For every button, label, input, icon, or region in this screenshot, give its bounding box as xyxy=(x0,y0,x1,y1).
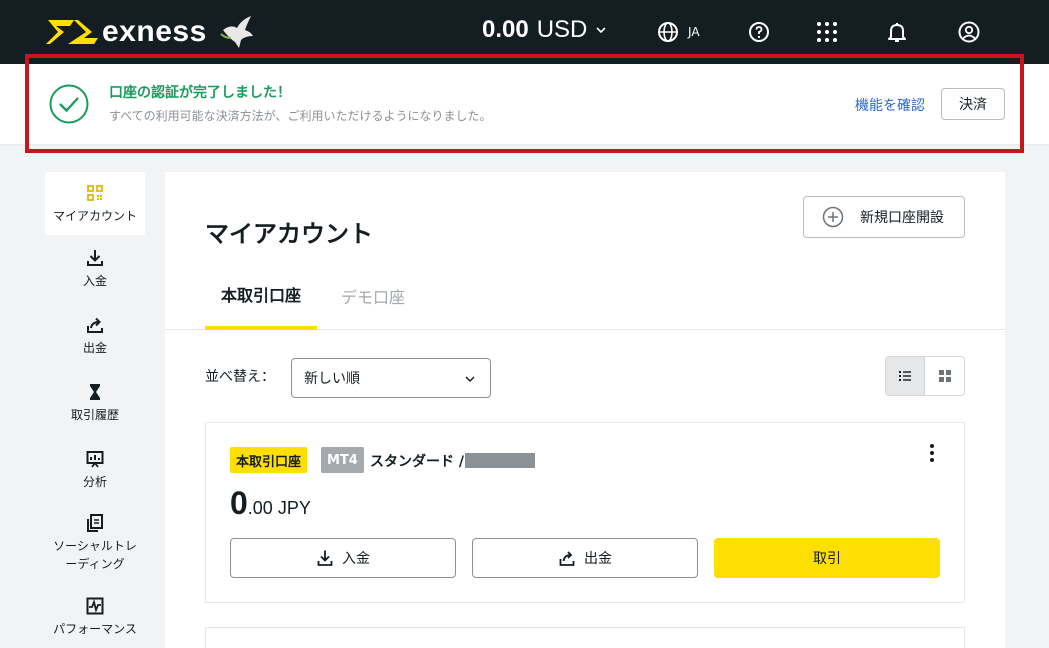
sort-dropdown[interactable]: 新しい順 xyxy=(291,358,491,398)
logo[interactable]: exness xyxy=(44,12,255,52)
chevron-down-icon xyxy=(596,27,606,34)
trade-button[interactable]: 取引 xyxy=(714,538,940,578)
language-code[interactable]: JA xyxy=(688,25,700,39)
globe-icon[interactable] xyxy=(656,20,680,44)
list-view-button[interactable] xyxy=(886,357,926,395)
exness-logo-icon xyxy=(46,20,98,44)
balance-selector[interactable]: 0.00 USD xyxy=(482,16,607,44)
apps-grid-icon[interactable] xyxy=(815,20,839,44)
sidebar-item-label: パフォーマンス xyxy=(53,621,137,636)
sidebar-item-label: 出金 xyxy=(82,340,107,355)
sidebar-item-analysis[interactable]: 分析 xyxy=(45,436,145,503)
banner-title: 口座の認証が完了しました！ xyxy=(109,85,291,101)
sidebar: マイアカウント 入金 出金 取引履歴 分析 ソーシャルトレーディング パフォーマ… xyxy=(45,172,145,648)
balance-currency: USD xyxy=(536,16,588,43)
grid-view-button[interactable] xyxy=(925,357,964,395)
banner-subtitle: すべての利用可能な決済方法が、ご利用いただけるようになりました。 xyxy=(109,109,492,123)
tab-demo-account[interactable]: デモ口座 xyxy=(335,262,411,329)
account-balance: 0 .00 JPY xyxy=(230,485,311,522)
copy-document-icon xyxy=(87,514,103,532)
top-bar: exness 0.00 USD JA xyxy=(0,0,1049,64)
tab-real-account[interactable]: 本取引口座 xyxy=(205,262,317,330)
account-type-label: スタンダード / xyxy=(370,454,464,470)
sort-value: 新しい順 xyxy=(304,371,360,387)
sidebar-item-performance[interactable]: パフォーマンス xyxy=(45,583,145,648)
hourglass-icon xyxy=(90,383,100,400)
withdraw-label: 出金 xyxy=(584,551,612,567)
balance-decimal-currency: .00 JPY xyxy=(247,498,311,518)
balance-amount: 0.00 xyxy=(482,16,529,43)
redacted-account-number xyxy=(465,453,535,468)
deposit-button[interactable]: 入金 xyxy=(230,538,456,578)
upload-share-icon xyxy=(87,317,103,333)
account-tabs: 本取引口座 デモ口座 xyxy=(165,262,1005,330)
sidebar-item-social-trading[interactable]: ソーシャルトレーディング xyxy=(45,503,145,583)
list-icon xyxy=(899,371,911,381)
payment-button[interactable]: 決済 xyxy=(941,88,1005,120)
sidebar-item-history[interactable]: 取引履歴 xyxy=(45,369,145,436)
brand-name: exness xyxy=(102,15,207,48)
sidebar-item-my-account[interactable]: マイアカウント xyxy=(45,172,145,235)
chevron-down-icon xyxy=(465,376,475,382)
upload-share-icon xyxy=(559,551,575,566)
sidebar-item-withdraw[interactable]: 出金 xyxy=(45,302,145,369)
chart-board-icon xyxy=(86,450,104,468)
deposit-label: 入金 xyxy=(342,551,370,567)
sidebar-item-deposit[interactable]: 入金 xyxy=(45,235,145,302)
view-features-link[interactable]: 機能を確認 xyxy=(855,95,925,115)
sidebar-item-label: マイアカウント xyxy=(52,208,137,223)
balance-integer: 0 xyxy=(230,485,248,521)
sidebar-item-label: ソーシャルトレーディング xyxy=(53,539,137,571)
new-account-button[interactable]: 新規口座開設 xyxy=(803,196,965,238)
page-title: マイアカウント xyxy=(205,220,373,248)
check-circle-icon xyxy=(49,84,89,124)
next-account-card xyxy=(205,627,965,648)
grid-icon xyxy=(938,370,951,382)
account-card: 本取引口座 MT4 スタンダード / 0 .00 JPY 入金 出金 取引 xyxy=(205,422,965,603)
more-options-icon[interactable] xyxy=(922,441,942,465)
verification-banner: 口座の認証が完了しました！ すべての利用可能な決済方法が、ご利用いただけるように… xyxy=(0,64,1049,144)
download-icon xyxy=(87,249,103,266)
grid-dashboard-icon xyxy=(87,184,103,201)
view-toggle xyxy=(885,356,965,396)
bell-icon[interactable] xyxy=(885,20,909,44)
sidebar-item-label: 分析 xyxy=(82,474,107,489)
new-account-label: 新規口座開設 xyxy=(860,210,944,226)
sidebar-item-label: 取引履歴 xyxy=(70,407,119,422)
sort-label: 並べ替え： xyxy=(205,369,275,385)
plus-circle-icon xyxy=(822,206,844,228)
account-type-badge: 本取引口座 xyxy=(230,447,308,473)
dove-icon xyxy=(220,16,253,48)
download-icon xyxy=(317,550,333,566)
user-profile-icon[interactable] xyxy=(957,20,981,44)
help-icon[interactable] xyxy=(747,20,771,44)
sidebar-item-label: 入金 xyxy=(82,273,107,288)
withdraw-button[interactable]: 出金 xyxy=(472,538,698,578)
platform-badge: MT4 xyxy=(321,447,364,473)
pulse-chart-icon xyxy=(86,597,104,614)
main-panel: マイアカウント 新規口座開設 本取引口座 デモ口座 並べ替え： 新しい順 本取引 xyxy=(165,172,1005,648)
